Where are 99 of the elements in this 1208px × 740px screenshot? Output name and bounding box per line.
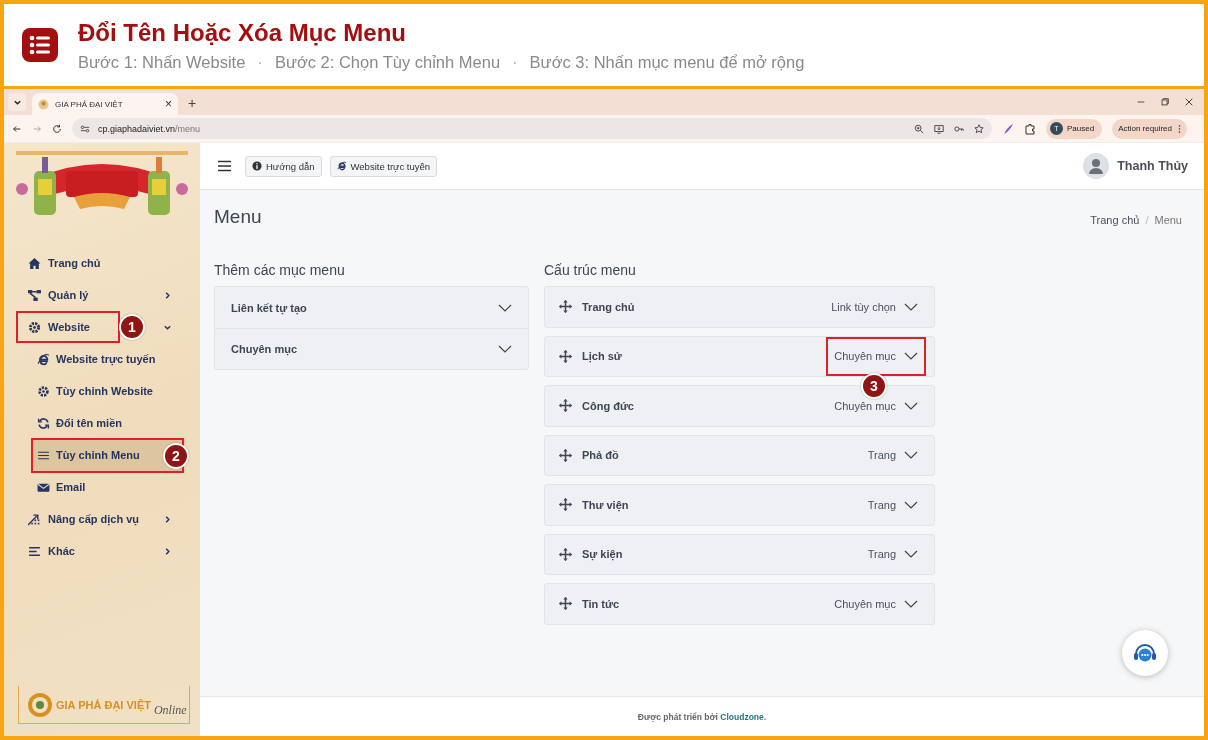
- sync-icon: [37, 416, 50, 430]
- section-title: Cấu trúc menu: [544, 262, 637, 278]
- star-icon[interactable]: [974, 123, 984, 134]
- address-bar[interactable]: cp.giaphadaiviet.vn/menu: [72, 118, 992, 139]
- guide-button[interactable]: Hướng dẫn: [245, 155, 322, 177]
- sidebar-item[interactable]: Nâng cấp dịch vụ: [16, 503, 170, 535]
- menu-item-name: Phả đồ: [582, 449, 619, 462]
- action-label: Action required: [1118, 124, 1172, 133]
- chevron-down-icon[interactable]: [904, 401, 918, 410]
- chevron-right-icon[interactable]: [163, 546, 172, 556]
- action-required-button[interactable]: Action required: [1112, 118, 1187, 139]
- chevron-down-icon[interactable]: [904, 352, 918, 361]
- website-button[interactable]: Website trực tuyến: [329, 155, 438, 177]
- tab-list-button[interactable]: [8, 93, 26, 111]
- breadcrumb-link[interactable]: Trang chủ: [1090, 214, 1140, 226]
- web-browser-icon: [336, 161, 347, 171]
- step-badge: 1: [119, 314, 145, 340]
- browser-tab[interactable]: GIA PHẢ ĐẠI VIỆT ×: [32, 93, 178, 115]
- footer-credit: Được phát triển bởi Cloudzone.: [637, 711, 767, 722]
- cloudzone-link[interactable]: Cloudzone: [720, 711, 764, 722]
- menu-item-type: Trang: [867, 449, 896, 462]
- kebab-menu-icon[interactable]: [1177, 123, 1181, 134]
- zoom-icon[interactable]: [914, 123, 924, 134]
- gp-emblem-icon: [27, 691, 53, 718]
- move-icon[interactable]: [559, 349, 572, 363]
- info-icon: [252, 161, 262, 171]
- menu-item-name: Tin tức: [582, 597, 620, 610]
- back-icon[interactable]: [12, 123, 22, 134]
- reload-icon[interactable]: [52, 123, 62, 134]
- chevron-down-icon[interactable]: [904, 302, 918, 311]
- menu-item-type: Chuyên mục: [834, 350, 896, 363]
- accordion-header[interactable]: Liên kết tự tạo: [215, 287, 528, 328]
- chevron-down-icon[interactable]: [904, 451, 918, 460]
- gear-icon: [37, 384, 50, 398]
- url-text: cp.giaphadaiviet.vn/menu: [98, 123, 201, 134]
- tab-close-button[interactable]: ×: [165, 97, 172, 111]
- sidebar-item[interactable]: Website: [16, 311, 120, 343]
- page-title: Menu: [214, 206, 262, 228]
- close-icon[interactable]: [1184, 97, 1194, 107]
- move-icon[interactable]: [559, 448, 572, 462]
- chevron-down-icon[interactable]: [904, 500, 918, 509]
- breadcrumb-separator: /: [1145, 214, 1149, 226]
- chevron-down-icon[interactable]: [904, 550, 918, 559]
- menu-item-type: Trang: [867, 498, 896, 511]
- feather-icon[interactable]: [1002, 122, 1014, 135]
- menu-item-name: Thư viện: [582, 498, 629, 511]
- extensions-icon[interactable]: [1024, 122, 1036, 135]
- user-name[interactable]: Thanh Thủy: [1117, 159, 1188, 173]
- accordion-header[interactable]: Chuyên mục: [215, 328, 528, 369]
- sidebar-item[interactable]: Khác: [16, 535, 105, 567]
- menu-icon[interactable]: [218, 160, 231, 172]
- gear-icon: [28, 320, 41, 334]
- logo-tagline: Online: [153, 703, 187, 718]
- chevron-down-icon[interactable]: [904, 599, 918, 608]
- chevron-right-icon[interactable]: [163, 514, 172, 524]
- user-avatar-icon[interactable]: [1083, 153, 1110, 179]
- move-icon[interactable]: [559, 399, 572, 413]
- menu-item-type: Link tùy chọn: [831, 300, 896, 313]
- menu-item-type: Chuyên mục: [834, 597, 896, 610]
- move-icon[interactable]: [559, 597, 572, 611]
- step-text: Bước 1: Nhấn Website: [78, 52, 246, 72]
- menu-item-type: Trang: [867, 548, 896, 561]
- web-browser-icon: [37, 352, 50, 366]
- step-separator: ·: [256, 52, 264, 72]
- list-icon: [22, 28, 58, 62]
- sidebar-item[interactable]: Quản lý: [16, 279, 119, 311]
- chevron-down-icon[interactable]: [498, 303, 512, 312]
- restore-icon[interactable]: [1160, 97, 1170, 107]
- menu-item-name: Lịch sử: [582, 350, 622, 363]
- menu-item-name: Sự kiện: [582, 548, 623, 561]
- tab-title: GIA PHẢ ĐẠI VIỆT: [55, 99, 124, 109]
- sitemap-icon: [28, 288, 41, 302]
- profile-status: Paused: [1067, 124, 1095, 133]
- move-icon[interactable]: [559, 498, 572, 512]
- install-icon[interactable]: [934, 123, 944, 134]
- favicon-icon: [38, 98, 49, 110]
- section-title: Thêm các mục menu: [214, 262, 346, 278]
- move-icon[interactable]: [559, 547, 572, 561]
- guide-title: Đổi Tên Hoặc Xóa Mục Menu: [78, 18, 408, 47]
- chat-button[interactable]: [1122, 630, 1168, 676]
- menu-item-name: Trang chủ: [582, 300, 635, 313]
- move-icon[interactable]: [559, 300, 572, 314]
- step-text: Bước 3: Nhấn mục menu để mở rộng: [529, 52, 805, 72]
- lines-icon: [28, 544, 41, 558]
- step-badge: 3: [861, 372, 887, 399]
- chevron-down-icon[interactable]: [498, 345, 512, 353]
- logo-name: GIA PHẢ ĐẠI VIỆT: [56, 698, 151, 711]
- password-key-icon[interactable]: [954, 123, 964, 134]
- chevron-right-icon[interactable]: [163, 290, 172, 300]
- sidebar-item[interactable]: Trang chủ: [16, 247, 131, 279]
- site-settings-icon[interactable]: [80, 123, 90, 134]
- menu-item-type: Chuyên mục: [834, 399, 896, 412]
- breadcrumb-current: Menu: [1154, 214, 1182, 226]
- home-icon: [28, 256, 41, 270]
- step-separator: ·: [511, 52, 519, 72]
- step-text: Bước 2: Chọn Tùy chỉnh Menu: [274, 52, 501, 72]
- new-tab-button[interactable]: +: [188, 95, 197, 111]
- menu-item-name: Công đức: [582, 399, 634, 412]
- growth-chart-icon: [28, 512, 41, 526]
